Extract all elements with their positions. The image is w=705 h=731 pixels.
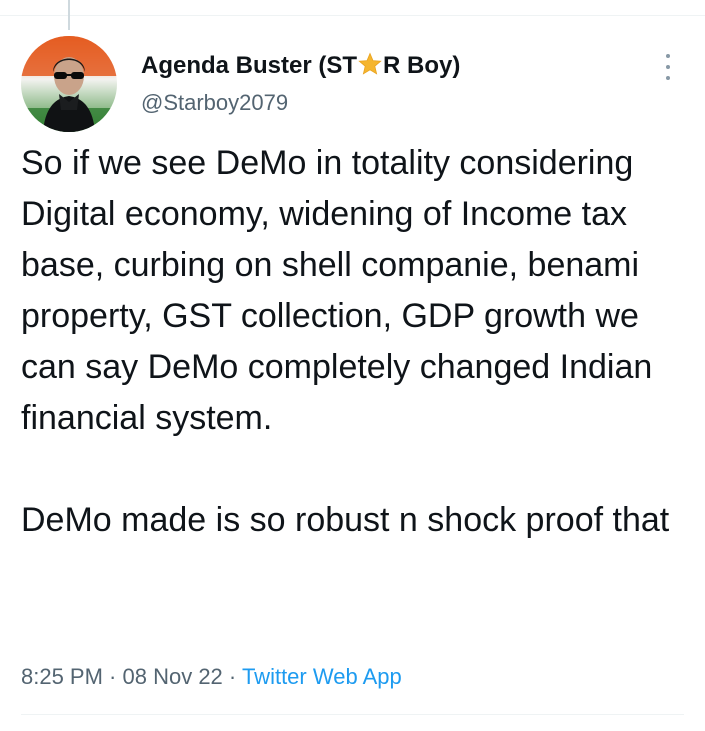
- author-name-suffix: R Boy): [383, 52, 461, 79]
- more-options-button[interactable]: [656, 50, 680, 84]
- author-handle[interactable]: @Starboy2079: [141, 88, 288, 118]
- tweet-text: So if we see DeMo in totality considerin…: [21, 138, 691, 546]
- tweet-source-link[interactable]: Twitter Web App: [242, 664, 402, 689]
- more-vertical-icon-dot-2: [666, 65, 670, 69]
- top-divider: [0, 15, 705, 16]
- bottom-divider: [21, 714, 684, 715]
- more-vertical-icon: [666, 54, 670, 58]
- profile-avatar-icon: [21, 36, 117, 132]
- tweet-paragraph-1: So if we see DeMo in totality considerin…: [21, 144, 653, 437]
- avatar[interactable]: [21, 36, 117, 132]
- more-vertical-icon-dot-3: [666, 76, 670, 80]
- meta-separator-2: ·: [222, 664, 242, 689]
- author-name[interactable]: Agenda Buster (ST R Boy): [141, 50, 460, 85]
- tweet-date[interactable]: 08 Nov 22: [123, 664, 223, 689]
- star-icon: [358, 52, 382, 85]
- tweet-time[interactable]: 8:25 PM: [21, 664, 103, 689]
- tweet-paragraph-2: DeMo made is so robust n shock proof tha…: [21, 501, 670, 539]
- thread-connector-line: [68, 0, 70, 30]
- author-name-prefix: Agenda Buster (ST: [141, 52, 358, 79]
- tweet-metadata: 8:25 PM · 08 Nov 22 · Twitter Web App: [21, 662, 402, 692]
- meta-separator: ·: [102, 664, 123, 689]
